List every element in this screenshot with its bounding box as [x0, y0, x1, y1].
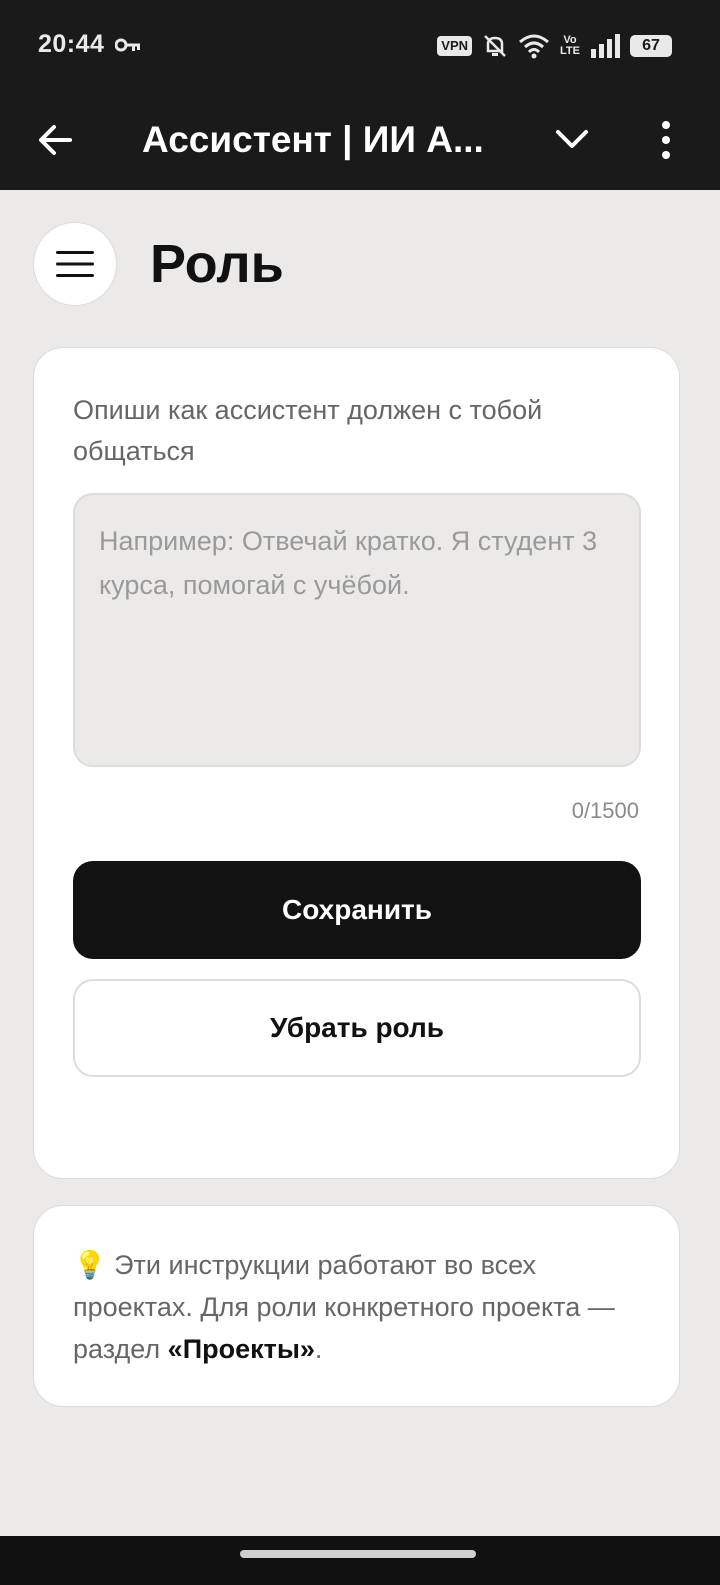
status-bar: 20:44 VPN Vo LTE 67 [0, 0, 720, 90]
projects-link[interactable]: «Проекты» [168, 1334, 315, 1364]
menu-button[interactable] [33, 222, 117, 306]
save-button[interactable]: Сохранить [73, 861, 641, 959]
info-text: 💡 Эти инструкции работают во всех проект… [73, 1244, 653, 1370]
hamburger-menu-icon [56, 251, 94, 277]
home-gesture-pill[interactable] [240, 1550, 476, 1558]
status-icons: VPN Vo LTE 67 [437, 30, 672, 62]
chevron-down-icon[interactable] [548, 112, 604, 168]
signal-icon [591, 34, 620, 58]
bell-muted-icon [484, 35, 506, 57]
wifi-icon [519, 34, 550, 59]
role-card: Опиши как ассистент должен с тобой общат… [33, 347, 680, 1179]
vpn-icon: VPN [437, 36, 473, 56]
battery-icon: 67 [630, 35, 672, 57]
role-description: Опиши как ассистент должен с тобой общат… [73, 395, 543, 466]
remove-role-button[interactable]: Убрать роль [73, 979, 641, 1077]
app-bar-title: Ассистент | ИИ А... [142, 119, 484, 160]
more-vertical-icon[interactable] [646, 112, 686, 168]
info-suffix: . [314, 1334, 323, 1364]
navigation-bar [0, 1536, 720, 1585]
volte-icon: Vo LTE [560, 34, 580, 57]
page-title: Роль [150, 234, 284, 294]
back-arrow-icon[interactable] [32, 112, 88, 168]
char-counter: 0/1500 [571, 798, 639, 823]
role-textarea[interactable] [73, 493, 641, 767]
app-bar: Ассистент | ИИ А... [0, 90, 720, 190]
key-icon [115, 38, 140, 52]
info-card: 💡 Эти инструкции работают во всех проект… [33, 1205, 680, 1407]
status-time: 20:44 [38, 30, 105, 58]
lightbulb-icon: 💡 [73, 1250, 107, 1280]
info-message: Эти инструкции работают во всех проектах… [73, 1250, 615, 1364]
